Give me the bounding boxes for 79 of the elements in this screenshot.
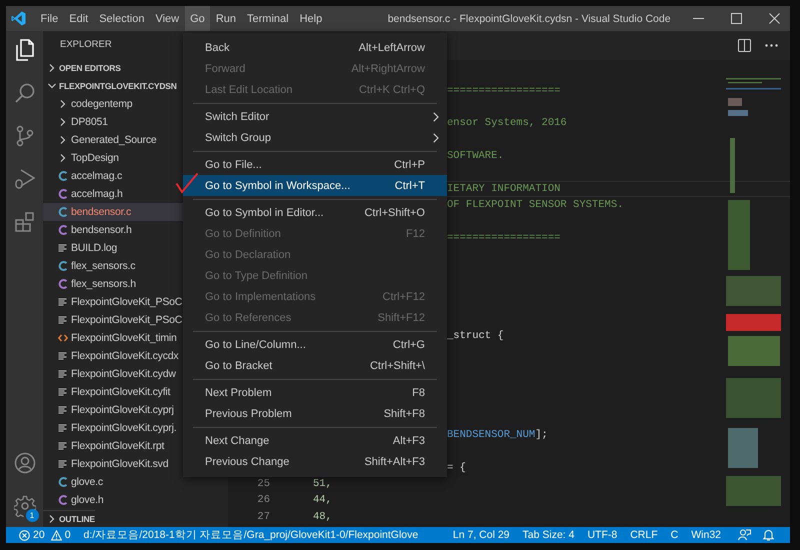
chevron-icon <box>48 64 56 72</box>
warning-icon <box>50 530 62 540</box>
close-icon[interactable] <box>769 13 780 24</box>
line-number: 25 <box>256 478 270 490</box>
chevron-icon <box>433 132 439 142</box>
menu-item[interactable]: Previous Change Shift+Alt+F3 <box>183 451 447 472</box>
text-file-icon <box>58 460 68 468</box>
code-text: ================== <box>447 232 560 244</box>
code-text: ================== <box>447 84 560 97</box>
maximize-icon[interactable] <box>731 13 742 24</box>
menu-item[interactable]: Go to Symbol in Workspace... Ctrl+T <box>183 175 447 196</box>
code-text: IETARY INFORMATION <box>447 182 560 195</box>
code-text: 44, <box>313 494 332 506</box>
menu-bar-item[interactable]: File <box>35 6 64 31</box>
text-file-icon <box>58 442 68 450</box>
status-item[interactable]: Ln 7, Col 29 <box>452 529 510 541</box>
panel-title: EXPLORER <box>60 38 112 52</box>
problems-indicator[interactable]: 20 0 <box>16 529 71 541</box>
account-icon[interactable] <box>14 452 36 474</box>
feedback-icon[interactable] <box>738 529 751 541</box>
menu-item[interactable]: Go to Bracket Ctrl+Shift+\ <box>183 355 447 376</box>
menu-item[interactable]: Go to Line/Column... Ctrl+G <box>183 334 447 355</box>
code-text: SOFTWARE. <box>447 150 504 162</box>
menu-bar-item[interactable]: View <box>150 6 185 31</box>
menu-bar-item[interactable]: Edit <box>64 6 94 31</box>
menu-bar-item[interactable]: Run <box>210 6 242 31</box>
chevron-icon <box>48 515 56 523</box>
status-item[interactable]: C <box>670 529 678 541</box>
text-file-icon <box>58 388 68 396</box>
menu-item[interactable]: Next Problem F8 <box>183 382 447 403</box>
line-number: 27 <box>256 510 270 523</box>
more-icon[interactable] <box>765 44 778 47</box>
code-text: _struct { <box>447 330 504 342</box>
section-header[interactable]: FLEXPOINTGLOVEKIT.CYDSN <box>43 77 177 95</box>
file-tree-item[interactable]: glove.h <box>43 491 228 509</box>
notification-badge: 1 <box>26 509 38 522</box>
menu-bar-item[interactable]: Go <box>184 6 210 31</box>
text-file-icon <box>58 406 68 414</box>
code-file-icon <box>58 334 68 342</box>
text-file-icon <box>58 298 68 306</box>
text-file-icon <box>58 352 68 360</box>
code-text: ensor Systems, 2016 <box>447 117 567 130</box>
file-tree-item[interactable]: glove.c <box>43 473 228 491</box>
text-file-icon <box>58 316 68 324</box>
text-file-icon <box>58 424 68 432</box>
chevron-icon <box>433 112 439 122</box>
section-header[interactable]: OPEN EDITORS <box>43 59 121 77</box>
split-editor-icon[interactable] <box>738 39 751 52</box>
chevron-icon <box>48 82 56 90</box>
status-item[interactable]: CRLF <box>630 529 658 541</box>
menu-bar-item[interactable]: Terminal <box>242 6 294 31</box>
error-icon <box>19 530 30 540</box>
extensions-icon[interactable] <box>14 211 36 233</box>
search-icon[interactable] <box>14 82 36 104</box>
menu-bar-item[interactable]: Help <box>294 6 328 31</box>
files-icon[interactable] <box>14 39 34 61</box>
code-text: 48, <box>313 510 332 523</box>
play-bug-icon[interactable] <box>14 168 36 190</box>
status-item[interactable]: Win32 <box>691 529 721 541</box>
settings-icon[interactable] <box>14 495 36 517</box>
menu-bar-item[interactable]: Selection <box>94 6 150 31</box>
code-text: = { <box>447 462 466 474</box>
app-logo-icon <box>11 11 26 26</box>
code-text: 51, <box>313 478 332 490</box>
code-text: BENDSENSOR_NUM]; <box>447 428 548 441</box>
status-item[interactable]: UTF-8 <box>587 529 618 541</box>
bell-icon[interactable] <box>763 529 774 541</box>
line-number: 26 <box>256 494 270 506</box>
status-item[interactable]: Tab Size: 4 <box>522 529 574 541</box>
code-text: OF FLEXPOINT SENSOR SYSTEMS. <box>447 199 624 212</box>
window-title: bendsensor.c - FlexpointGloveKit.cydsn - Visual Studio Code <box>388 12 671 24</box>
branch-icon[interactable] <box>14 125 34 147</box>
file-path: d:/자료모음/2018-1학기 자료모음/Gra_proj/GloveKit1-0/FlexpointGlove <box>84 528 418 542</box>
text-file-icon <box>58 244 68 252</box>
menu-item[interactable]: Switch Group <box>183 127 447 148</box>
check-mark-icon <box>175 172 199 194</box>
menu-item[interactable]: Back Alt+LeftArrow <box>183 37 447 58</box>
menu-item[interactable]: Go to File... Ctrl+P <box>183 154 447 175</box>
text-file-icon <box>58 370 68 378</box>
